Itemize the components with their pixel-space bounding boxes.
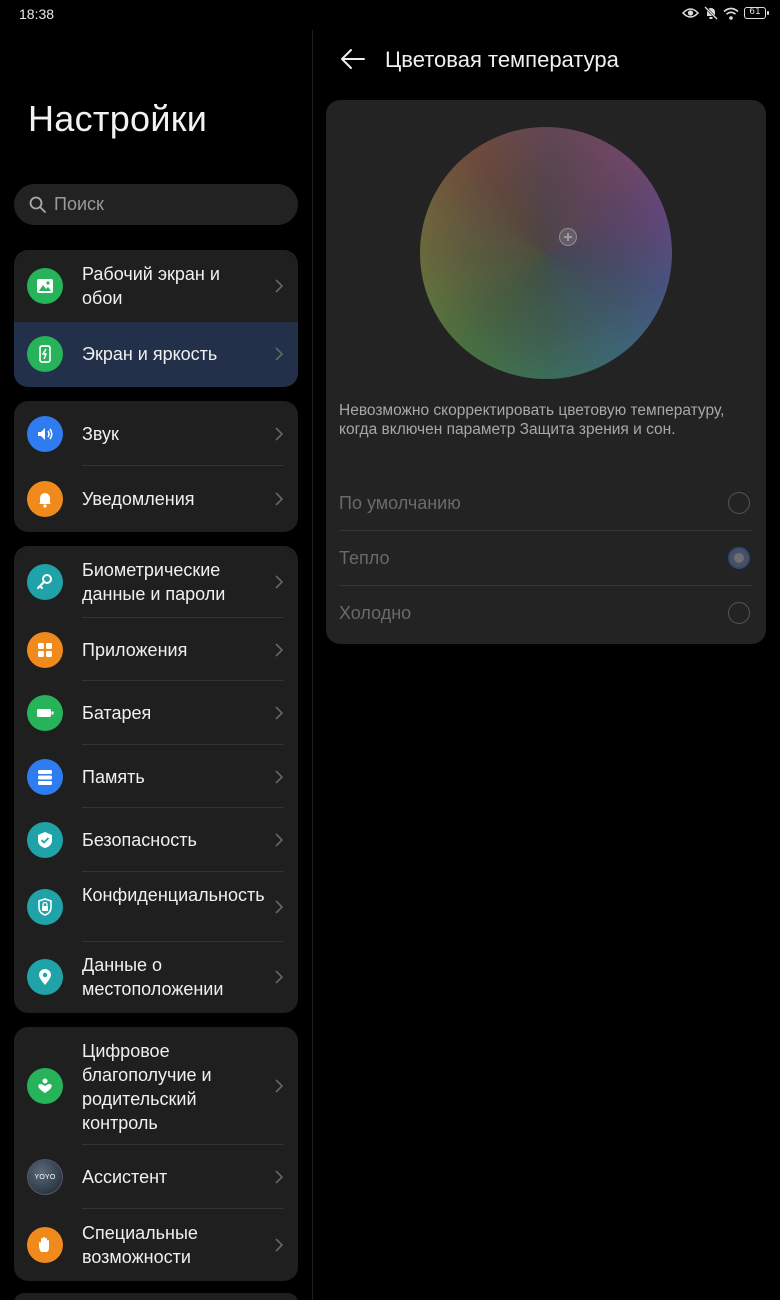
assistant-logo-text: YOYO <box>34 1173 56 1181</box>
sidebar-item-privacy[interactable]: Конфиденциальность <box>14 872 298 942</box>
sidebar-item-label: Звук <box>82 424 119 444</box>
sidebar-item-label: Безопасность <box>82 830 197 850</box>
chevron-right-icon <box>275 347 284 361</box>
sidebar-item-label: Приложения <box>82 640 188 660</box>
chevron-right-icon <box>275 1079 284 1093</box>
option-label: Тепло <box>339 548 390 568</box>
sidebar-item-label: Ассистент <box>82 1167 168 1187</box>
chevron-right-icon <box>275 900 284 914</box>
wellbeing-icon <box>27 1068 63 1104</box>
chevron-right-icon <box>275 1238 284 1252</box>
wifi-icon <box>723 7 739 20</box>
privacy-lock-icon <box>27 889 63 925</box>
shield-icon <box>27 822 63 858</box>
search-bar[interactable] <box>14 184 298 225</box>
option-cold[interactable]: Холодно <box>339 586 752 641</box>
sidebar-item-label: Экран и яркость <box>82 344 218 364</box>
settings-group-extras: Цифровое благополучие и родительский кон… <box>14 1027 298 1281</box>
bell-muted-icon <box>704 6 718 20</box>
disabled-note: Невозможно скорректировать цветовую темп… <box>339 402 725 438</box>
back-arrow-icon[interactable] <box>340 48 366 70</box>
storage-icon <box>27 759 63 795</box>
sidebar-item-display-brightness[interactable]: Экран и яркость <box>14 322 298 387</box>
sidebar-item-label: Рабочий экран и обои <box>82 264 220 308</box>
chevron-right-icon <box>275 492 284 506</box>
settings-group-more <box>14 1293 298 1300</box>
option-warm[interactable]: Тепло <box>339 531 752 586</box>
option-label: Холодно <box>339 603 412 623</box>
option-label: По умолчанию <box>339 493 461 513</box>
sidebar-item-label: Батарея <box>82 703 152 723</box>
sidebar-item-biometrics-passwords[interactable]: Биометрические данные и пароли <box>14 546 298 618</box>
radio-warm[interactable] <box>728 547 750 569</box>
settings-group-sound: Звук Уведомления <box>14 401 298 532</box>
chevron-right-icon <box>275 1170 284 1184</box>
sound-icon <box>27 416 63 452</box>
hand-icon <box>27 1227 63 1263</box>
apps-icon <box>27 632 63 668</box>
sidebar-item-digital-wellbeing[interactable]: Цифровое благополучие и родительский кон… <box>14 1027 298 1145</box>
sidebar-item-location[interactable]: Данные о местоположении <box>14 942 298 1013</box>
battery-icon <box>27 695 63 731</box>
location-icon <box>27 959 63 995</box>
chevron-right-icon <box>275 706 284 720</box>
sidebar-item-label: Память <box>82 767 145 787</box>
sidebar-item-battery[interactable]: Батарея <box>14 681 298 745</box>
assistant-yoyo-icon: YOYO <box>27 1159 63 1195</box>
sidebar-item-storage[interactable]: Память <box>14 745 298 808</box>
radio-default[interactable] <box>728 492 750 514</box>
page-title-color-temperature: Цветовая температура <box>385 47 619 72</box>
status-icons: 61 <box>682 6 769 20</box>
chevron-right-icon <box>275 575 284 589</box>
settings-group-display: Рабочий экран и обои Экран и яркость <box>14 250 298 387</box>
sidebar-item-label: Данные о местоположении <box>82 955 224 999</box>
sidebar-item-label: Цифровое благополучие и родительский кон… <box>82 1041 212 1133</box>
page-title: Настройки <box>28 98 208 139</box>
chevron-right-icon <box>275 427 284 441</box>
key-icon <box>27 564 63 600</box>
color-temperature-card: Невозможно скорректировать цветовую темп… <box>326 100 766 644</box>
sidebar-item-label: Биометрические данные и пароли <box>82 560 226 604</box>
chevron-right-icon <box>275 279 284 293</box>
chevron-right-icon <box>275 833 284 847</box>
sidebar-item-notifications[interactable]: Уведомления <box>14 466 298 532</box>
sidebar-item-accessibility[interactable]: Специальные возможности <box>14 1209 298 1281</box>
option-default[interactable]: По умолчанию <box>339 476 752 531</box>
settings-group-system: Биометрические данные и пароли Приложени… <box>14 546 298 1013</box>
pane-divider <box>312 30 313 1300</box>
chevron-right-icon <box>275 970 284 984</box>
sidebar-item-apps[interactable]: Приложения <box>14 618 298 681</box>
color-wheel-handle[interactable] <box>559 228 577 246</box>
bell-icon <box>27 481 63 517</box>
display-brightness-icon <box>27 336 63 372</box>
color-wheel[interactable] <box>420 127 672 379</box>
sidebar-item-label: Конфиденциальность <box>82 885 265 905</box>
chevron-right-icon <box>275 643 284 657</box>
wallpaper-icon <box>27 268 63 304</box>
sidebar-item-home-screen-wallpaper[interactable]: Рабочий экран и обои <box>14 250 298 322</box>
sidebar-item-security[interactable]: Безопасность <box>14 808 298 872</box>
battery-indicator: 61 <box>744 7 769 19</box>
radio-cold[interactable] <box>728 602 750 624</box>
eye-icon <box>682 8 699 18</box>
sidebar-item-assistant[interactable]: YOYO Ассистент <box>14 1145 298 1209</box>
search-input[interactable] <box>54 184 284 225</box>
sidebar-item-sound[interactable]: Звук <box>14 401 298 466</box>
chevron-right-icon <box>275 770 284 784</box>
search-icon <box>29 196 46 213</box>
settings-sidebar: Настройки Рабочий экран и обои Экран и я… <box>0 0 312 1300</box>
sidebar-item-label: Уведомления <box>82 489 195 509</box>
sidebar-item-label: Специальные возможности <box>82 1223 198 1267</box>
